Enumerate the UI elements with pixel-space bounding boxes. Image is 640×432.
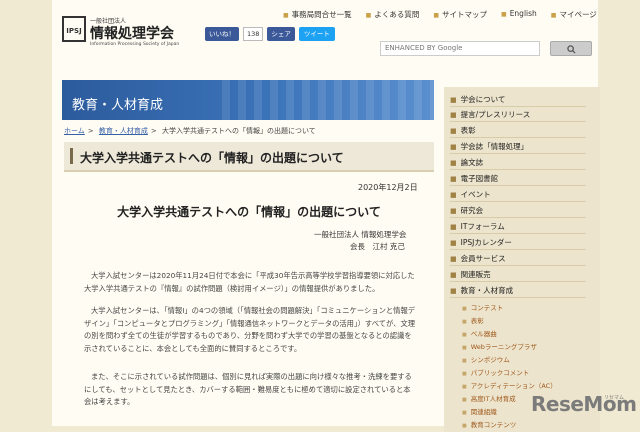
- sidebar-subitem-content[interactable]: 教育コンテンツ: [462, 420, 586, 430]
- resemom-watermark-sub: リセマム: [604, 395, 625, 401]
- breadcrumb-education[interactable]: 教育・人材育成: [99, 127, 148, 135]
- like-count: 138: [243, 27, 264, 41]
- search-icon: [566, 45, 576, 54]
- top-link-faq[interactable]: よくある質問: [366, 9, 419, 20]
- breadcrumb-home[interactable]: ホーム: [64, 127, 85, 135]
- social-buttons: いいね！ 138 シェア ツイート: [205, 27, 335, 41]
- banner-title: 教育・人材育成: [72, 98, 164, 113]
- article-paragraph: 大学入試センターは2020年11月24日付で本会に「平成30年告示高等学校学習指…: [84, 271, 415, 293]
- facebook-share-button[interactable]: シェア: [267, 27, 295, 41]
- article-heading: 大学入学共通テストへの「情報」の出題について: [117, 205, 381, 219]
- logo-mark-icon: IPSJ: [62, 16, 86, 42]
- breadcrumb-separator: >: [87, 127, 94, 135]
- section-banner: 教育・人材育成: [62, 80, 434, 120]
- sidebar-item-about[interactable]: 学会について: [450, 94, 586, 107]
- like-label: いいね！: [209, 30, 235, 38]
- sidebar-item-calendar[interactable]: IPSJカレンダー: [450, 237, 586, 250]
- article-paragraph: また、そこに示されている試作問題は、個別に見れば実際の出題に向け様々な推考・洗練…: [84, 372, 412, 406]
- sidebar-subitem-accreditation[interactable]: アクレディテーション（AC）: [462, 381, 586, 391]
- sidebar-item-itforum[interactable]: ITフォーラム: [450, 221, 586, 234]
- ipsj-logo[interactable]: IPSJ 一般社団法人 情報処理学会 Information Processin…: [62, 16, 188, 47]
- top-links: 事務局問合せ一覧 よくある質問 サイトマップ English マイページ: [283, 9, 597, 20]
- sidebar-item-sales[interactable]: 関連販売: [450, 269, 586, 282]
- logo-english-text: Information Processing Society of Japan: [90, 42, 180, 47]
- sidebar-item-awards[interactable]: 表彰: [450, 125, 586, 138]
- sidebar: 学会について 提言/プレスリリース 表彰 学会誌「情報処理」 論文誌 電子図書館…: [444, 87, 600, 432]
- sidebar-subitem-3[interactable]: ベル器曲: [462, 329, 586, 339]
- article-org: 一般社団法人 情報処理学会: [314, 230, 407, 239]
- breadcrumb: ホーム > 教育・人材育成 > 大学入学共通テストへの「情報」の出題について: [64, 126, 316, 136]
- article-paragraph: 大学入試センターは、「情報Ⅰ」の4つの領域（「情報社会の問題解決」「コミュニケー…: [84, 306, 416, 353]
- top-link-english[interactable]: English: [501, 9, 537, 20]
- logo-name-text: 情報処理学会: [90, 26, 174, 42]
- breadcrumb-current: 大学入学共通テストへの「情報」の出題について: [162, 127, 316, 135]
- sidebar-item-education[interactable]: 教育・人材育成: [450, 285, 586, 298]
- top-link-sitemap[interactable]: サイトマップ: [433, 9, 487, 20]
- sidebar-subitem-contest[interactable]: コンテスト: [462, 303, 586, 313]
- sidebar-item-events[interactable]: イベント: [450, 189, 586, 202]
- sidebar-item-journal[interactable]: 論文誌: [450, 157, 586, 170]
- article-date: 2020年12月2日: [358, 183, 418, 192]
- sidebar-subitem-awards[interactable]: 表彰: [462, 316, 586, 326]
- breadcrumb-separator: >: [150, 127, 157, 135]
- top-link-contact[interactable]: 事務局問合せ一覧: [283, 9, 352, 20]
- top-link-mypage[interactable]: マイページ: [551, 9, 596, 20]
- section-title-bar: 大学入学共通テストへの「情報」の出題について: [64, 142, 434, 172]
- tweet-button[interactable]: ツイート: [298, 27, 335, 41]
- sidebar-subitem-public-comment[interactable]: パブリックコメント: [462, 368, 586, 378]
- sidebar-subitem-web-learning[interactable]: Webラーニングプラザ: [462, 342, 586, 352]
- sidebar-item-member[interactable]: 会員サービス: [450, 253, 586, 266]
- sidebar-item-press[interactable]: 提言/プレスリリース: [450, 109, 586, 122]
- facebook-like-button[interactable]: いいね！: [205, 27, 239, 41]
- sidebar-item-library[interactable]: 電子図書館: [450, 173, 586, 186]
- search-input[interactable]: ENHANCED BY Google: [380, 41, 540, 56]
- sidebar-subitem-symposium[interactable]: シンポジウム: [462, 355, 586, 365]
- section-title: 大学入学共通テストへの「情報」の出題について: [80, 151, 344, 165]
- search-button[interactable]: [550, 41, 592, 56]
- article-author: 会長 江村 克己: [350, 242, 405, 251]
- sidebar-item-magazine[interactable]: 学会誌「情報処理」: [450, 141, 586, 154]
- sidebar-item-sigs[interactable]: 研究会: [450, 205, 586, 218]
